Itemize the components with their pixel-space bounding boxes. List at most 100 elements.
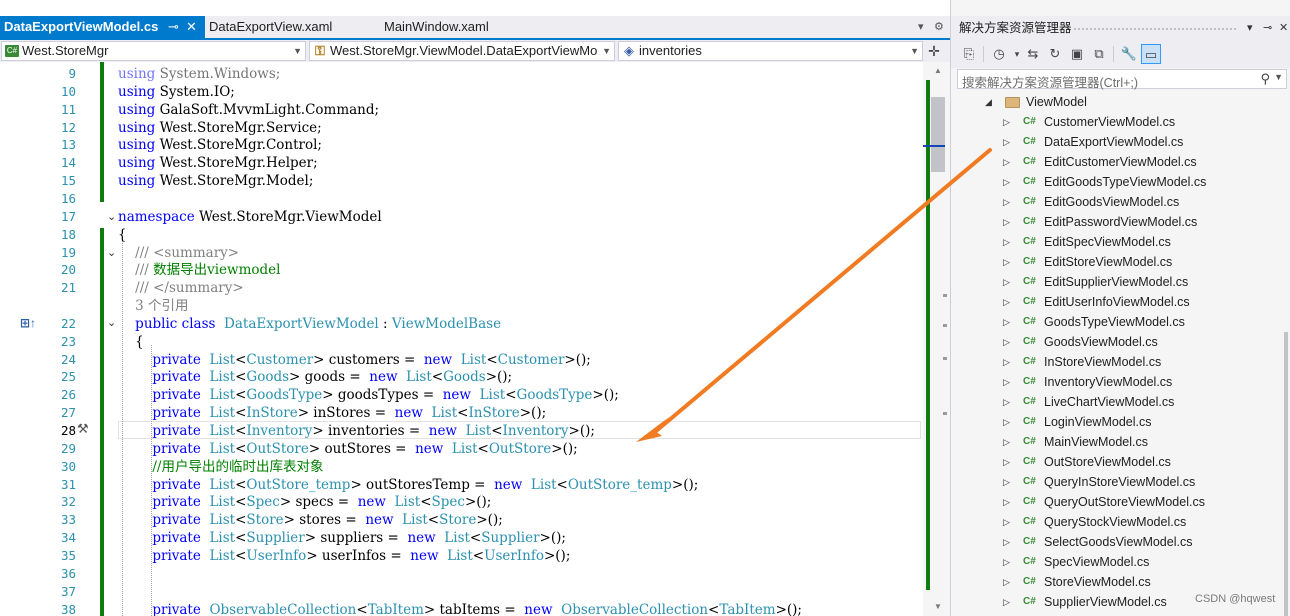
sync-icon[interactable]: ⇆ (1023, 44, 1043, 64)
tree-item-file[interactable]: ▷ C# CustomerViewModel.cs (951, 112, 1281, 132)
expand-arrow-icon[interactable]: ▷ (1003, 472, 1010, 492)
expand-arrow-icon[interactable]: ▷ (1003, 512, 1010, 532)
code-line[interactable]: private List<Customer> customers = new L… (118, 351, 590, 369)
scroll-down-icon[interactable]: ▼ (931, 602, 945, 611)
expand-arrow-icon[interactable]: ▷ (1003, 272, 1010, 292)
codelens-inheritance-icon[interactable]: ⊞↑ (20, 316, 36, 330)
code-line[interactable]: using West.StoreMgr.Helper; (118, 154, 318, 172)
tab-dataexportviewmodel[interactable]: DataExportViewModel.cs ⊸ ✕ (0, 16, 205, 38)
type-dropdown[interactable]: ⚿ West.StoreMgr.ViewModel.DataExportView… (309, 41, 615, 61)
tree-item-file[interactable]: ▷ C# GoodsTypeViewModel.cs (951, 312, 1281, 332)
gear-icon[interactable]: ⚙ (934, 16, 944, 38)
tree-item-file[interactable]: ▷ C# StoreViewModel.cs (951, 572, 1281, 592)
codelens-reference-line[interactable]: 3 个引用 (118, 297, 188, 315)
scrollbar-thumb[interactable] (1284, 332, 1288, 616)
expand-arrow-icon[interactable]: ▷ (1003, 352, 1010, 372)
switch-views-icon[interactable]: ⎘ (959, 44, 979, 64)
tree-item-file[interactable]: ▷ C# EditGoodsTypeViewModel.cs (951, 172, 1281, 192)
code-line[interactable]: private List<Spec> specs = new List<Spec… (118, 493, 491, 511)
scrollbar-thumb[interactable] (931, 97, 945, 172)
expand-arrow-icon[interactable]: ▷ (1003, 372, 1010, 392)
history-icon[interactable]: ◷ (989, 44, 1009, 64)
code-line[interactable]: using GalaSoft.MvvmLight.Command; (118, 101, 379, 119)
refresh-icon[interactable]: ↻ (1045, 44, 1065, 64)
expand-arrow-icon[interactable]: ▷ (1003, 412, 1010, 432)
chevron-down-icon[interactable]: ▼ (1274, 72, 1283, 82)
close-icon[interactable]: ✕ (1279, 16, 1288, 40)
expand-arrow-icon[interactable]: ▷ (1003, 392, 1010, 412)
code-line[interactable]: { (118, 333, 144, 351)
editor-vertical-scrollbar[interactable]: ▲ ▼ (923, 62, 950, 616)
expand-arrow-icon[interactable]: ▷ (1003, 492, 1010, 512)
tree-item-file[interactable]: ▷ C# EditSupplierViewModel.cs (951, 272, 1281, 292)
tree-item-file[interactable]: ▷ C# EditCustomerViewModel.cs (951, 152, 1281, 172)
close-icon[interactable]: ✕ (186, 16, 197, 38)
collapse-class-icon[interactable]: ⌄ (107, 314, 117, 332)
tree-item-file[interactable]: ▷ C# LoginViewModel.cs (951, 412, 1281, 432)
tree-folder-viewmodel[interactable]: ◢ ViewModel (951, 92, 1281, 112)
tree-item-file[interactable]: ▷ C# OutStoreViewModel.cs (951, 452, 1281, 472)
tab-list-dropdown-icon[interactable]: ▾ (918, 16, 924, 38)
code-line[interactable]: using West.StoreMgr.Service; (118, 119, 322, 137)
tree-item-file[interactable]: ▷ C# DataExportViewModel.cs (951, 132, 1281, 152)
expand-arrow-icon[interactable]: ▷ (1003, 292, 1010, 312)
scroll-up-icon[interactable]: ▲ (931, 66, 945, 75)
tab-mainwindow-xaml[interactable]: MainWindow.xaml (376, 16, 489, 38)
tree-item-file[interactable]: ▷ C# LiveChartViewModel.cs (951, 392, 1281, 412)
tree-item-file[interactable]: ▷ C# EditGoodsViewModel.cs (951, 192, 1281, 212)
pin-icon[interactable]: ⊸ (1263, 16, 1272, 40)
tree-item-file[interactable]: ▷ C# InStoreViewModel.cs (951, 352, 1281, 372)
tree-item-file[interactable]: ▷ C# EditStoreViewModel.cs (951, 252, 1281, 272)
expand-arrow-icon[interactable]: ▷ (1003, 532, 1010, 552)
show-all-files-icon[interactable]: ⧉ (1089, 44, 1109, 64)
tree-item-file[interactable]: ▷ C# QueryStockViewModel.cs (951, 512, 1281, 532)
expand-arrow-icon[interactable]: ▷ (1003, 132, 1010, 152)
expand-arrow-icon[interactable]: ▷ (1003, 332, 1010, 352)
code-line[interactable]: using System.Windows; (118, 65, 280, 83)
expand-arrow-icon[interactable]: ▷ (1003, 552, 1010, 572)
tree-item-file[interactable]: ▷ C# GoodsViewModel.cs (951, 332, 1281, 352)
tree-item-file[interactable]: ▷ C# SpecViewModel.cs (951, 552, 1281, 572)
expand-arrow-icon[interactable]: ▷ (1003, 192, 1010, 212)
tree-item-file[interactable]: ▷ C# MainViewModel.cs (951, 432, 1281, 452)
collapse-all-icon[interactable]: ▣ (1067, 44, 1087, 64)
tree-item-file[interactable]: ▷ C# SelectGoodsViewModel.cs (951, 532, 1281, 552)
code-line[interactable]: /// 数据导出viewmodel (118, 261, 280, 279)
solution-explorer-scrollbar[interactable] (1281, 92, 1290, 616)
window-options-icon[interactable]: ▾ (1247, 16, 1253, 40)
expand-arrow-icon[interactable]: ▷ (1003, 452, 1010, 472)
code-line[interactable]: //用户导出的临时出库表对象 (118, 458, 323, 476)
tab-dataexportview-xaml[interactable]: DataExportView.xaml (201, 16, 332, 38)
expanded-arrow-icon[interactable]: ◢ (985, 92, 992, 112)
drag-grip[interactable] (1073, 27, 1237, 31)
code-line[interactable]: private List<OutStore> outStores = new L… (118, 440, 577, 458)
expand-arrow-icon[interactable]: ▷ (1003, 592, 1010, 612)
code-line[interactable]: private List<Supplier> suppliers = new L… (118, 529, 566, 547)
expand-arrow-icon[interactable]: ▷ (1003, 252, 1010, 272)
expand-arrow-icon[interactable]: ▷ (1003, 212, 1010, 232)
tree-item-file[interactable]: ▷ C# EditUserInfoViewModel.cs (951, 292, 1281, 312)
solution-search-input[interactable]: 搜索解决方案资源管理器(Ctrl+;) ⚲ ▼ (957, 69, 1287, 90)
project-dropdown[interactable]: C# West.StoreMgr ▼ (1, 41, 306, 61)
code-line[interactable]: /// <summary> (118, 244, 239, 262)
expand-arrow-icon[interactable]: ▷ (1003, 172, 1010, 192)
code-line[interactable]: private List<GoodsType> goodsTypes = new… (118, 386, 618, 404)
code-line[interactable]: namespace West.StoreMgr.ViewModel (118, 208, 382, 226)
tree-item-file[interactable]: ▷ C# EditPasswordViewModel.cs (951, 212, 1281, 232)
code-line[interactable]: public class DataExportViewModel : ViewM… (118, 315, 501, 333)
properties-wrench-icon[interactable]: 🔧 (1119, 44, 1139, 64)
tree-item-file[interactable]: ▷ C# QueryInStoreViewModel.cs (951, 472, 1281, 492)
pin-icon[interactable]: ⊸ (168, 16, 179, 38)
code-line[interactable]: using System.IO; (118, 83, 235, 101)
code-line[interactable]: private List<InStore> inStores = new Lis… (118, 404, 546, 422)
code-line[interactable]: private List<Store> stores = new List<St… (118, 511, 502, 529)
code-area[interactable]: using System.Windows; using System.IO; usi… (118, 62, 923, 616)
expand-arrow-icon[interactable]: ▷ (1003, 312, 1010, 332)
expand-arrow-icon[interactable]: ▷ (1003, 232, 1010, 252)
collapse-namespace-icon[interactable]: ⌄ (107, 208, 117, 226)
preview-selected-items-icon[interactable]: ▭ (1141, 44, 1161, 64)
tree-item-file[interactable]: ▷ C# EditSpecViewModel.cs (951, 232, 1281, 252)
expand-arrow-icon[interactable]: ▷ (1003, 432, 1010, 452)
code-line[interactable]: private List<UserInfo> userInfos = new L… (118, 547, 570, 565)
code-line[interactable]: private ObservableCollection<TabItem> ta… (118, 601, 802, 616)
